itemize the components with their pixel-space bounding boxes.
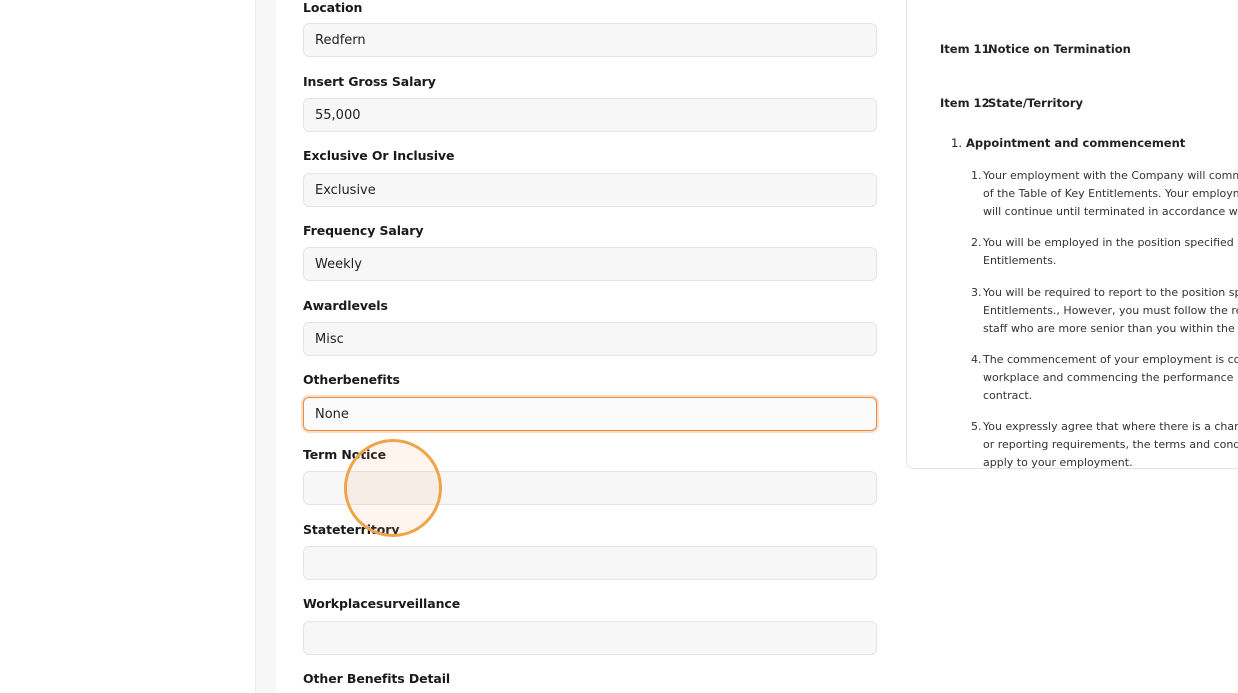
document-preview-content: Item 11Notice on Termination Item 12Stat… xyxy=(907,0,1238,468)
subclause-text: You expressly agree that where there is … xyxy=(983,420,1238,433)
exclusive-inclusive-input[interactable] xyxy=(303,173,877,207)
frequency-salary-input[interactable] xyxy=(303,247,877,281)
subclause-number: 3. xyxy=(971,286,982,299)
subclause-4: 4. The commencement of your employment is… xyxy=(971,351,1238,405)
field-label: Exclusive Or Inclusive xyxy=(303,148,455,163)
field-label: Workplacesurveillance xyxy=(303,596,461,611)
field-label: Term Notice xyxy=(303,447,386,462)
subclause-line: of the Table of Key Entitlements. Your e… xyxy=(983,187,1238,200)
subclause-number: 4. xyxy=(971,353,982,366)
sidebar-divider xyxy=(255,0,276,693)
subclause-text: You will be required to report to the po… xyxy=(983,286,1238,299)
field-label: Insert Gross Salary xyxy=(303,74,436,89)
subclause-line: 4. The commencement of your employment is… xyxy=(971,351,1238,369)
term-notice-input[interactable] xyxy=(303,471,877,505)
clause-heading: 1. Appointment and commencement xyxy=(951,136,1185,150)
field-label: Location xyxy=(303,0,363,15)
subclause-text: The commencement of your employment is c… xyxy=(983,353,1238,366)
clause-number: 1. xyxy=(951,136,962,150)
awardlevels-input[interactable] xyxy=(303,322,877,356)
gross-salary-input[interactable] xyxy=(303,98,877,132)
subclause-number: 5. xyxy=(971,420,982,433)
clause-title: Appointment and commencement xyxy=(965,136,1186,150)
field-label: Otherbenefits xyxy=(303,372,400,387)
subclause-line: staff who are more senior than you withi… xyxy=(983,322,1238,335)
subclause-text: Your employment with the Company will co… xyxy=(983,169,1238,182)
subclause-3: 3. You will be required to report to the … xyxy=(971,284,1238,338)
field-label: Stateterritory xyxy=(303,522,400,537)
subclause-line: Entitlements. xyxy=(983,254,1057,267)
field-label: Awardlevels xyxy=(303,298,388,313)
item-number: Item 12 xyxy=(940,96,990,110)
otherbenefits-input[interactable] xyxy=(303,397,877,431)
subclause-line: 5. You expressly agree that where there i… xyxy=(971,418,1238,436)
subclause-line: contract. xyxy=(983,389,1033,402)
subclause-2: 2. You will be employed in the position s… xyxy=(971,234,1238,270)
subclause-line: Entitlements., However, you must follow … xyxy=(983,304,1238,317)
subclause-5: 5. You expressly agree that where there i… xyxy=(971,418,1238,469)
subclause-number: 1. xyxy=(971,169,982,182)
item-title: Notice on Termination xyxy=(988,42,1131,56)
subclause-1: 1. Your employment with the Company will … xyxy=(971,167,1238,221)
subclause-text: You will be employed in the position spe… xyxy=(983,236,1238,249)
subclause-line: workplace and commencing the performance xyxy=(983,371,1234,384)
subclause-line: will continue until terminated in accord… xyxy=(983,205,1238,218)
field-label: Other Benefits Detail xyxy=(303,671,451,686)
stateterritory-input[interactable] xyxy=(303,546,877,580)
subclause-line: apply to your employment. xyxy=(983,456,1133,469)
location-input[interactable] xyxy=(303,23,877,57)
subclause-line: 2. You will be employed in the position s… xyxy=(971,234,1238,252)
subclause-line: or reporting requirements, the terms and… xyxy=(983,438,1238,451)
item-number: Item 11 xyxy=(940,42,990,56)
preview-item-11: Item 11Notice on Termination xyxy=(940,42,1131,56)
item-title: State/Territory xyxy=(988,96,1084,110)
preview-item-12: Item 12State/Territory xyxy=(940,96,1083,110)
document-builder-page: Location Insert Gross Salary Exclusive O… xyxy=(0,0,1238,693)
subclause-number: 2. xyxy=(971,236,982,249)
workplacesurveillance-input[interactable] xyxy=(303,621,877,655)
field-label: Frequency Salary xyxy=(303,223,424,238)
subclause-line: 3. You will be required to report to the … xyxy=(971,284,1238,302)
subclause-line: 1. Your employment with the Company will … xyxy=(971,167,1238,185)
document-preview-panel[interactable]: Item 11Notice on Termination Item 12Stat… xyxy=(906,0,1238,469)
